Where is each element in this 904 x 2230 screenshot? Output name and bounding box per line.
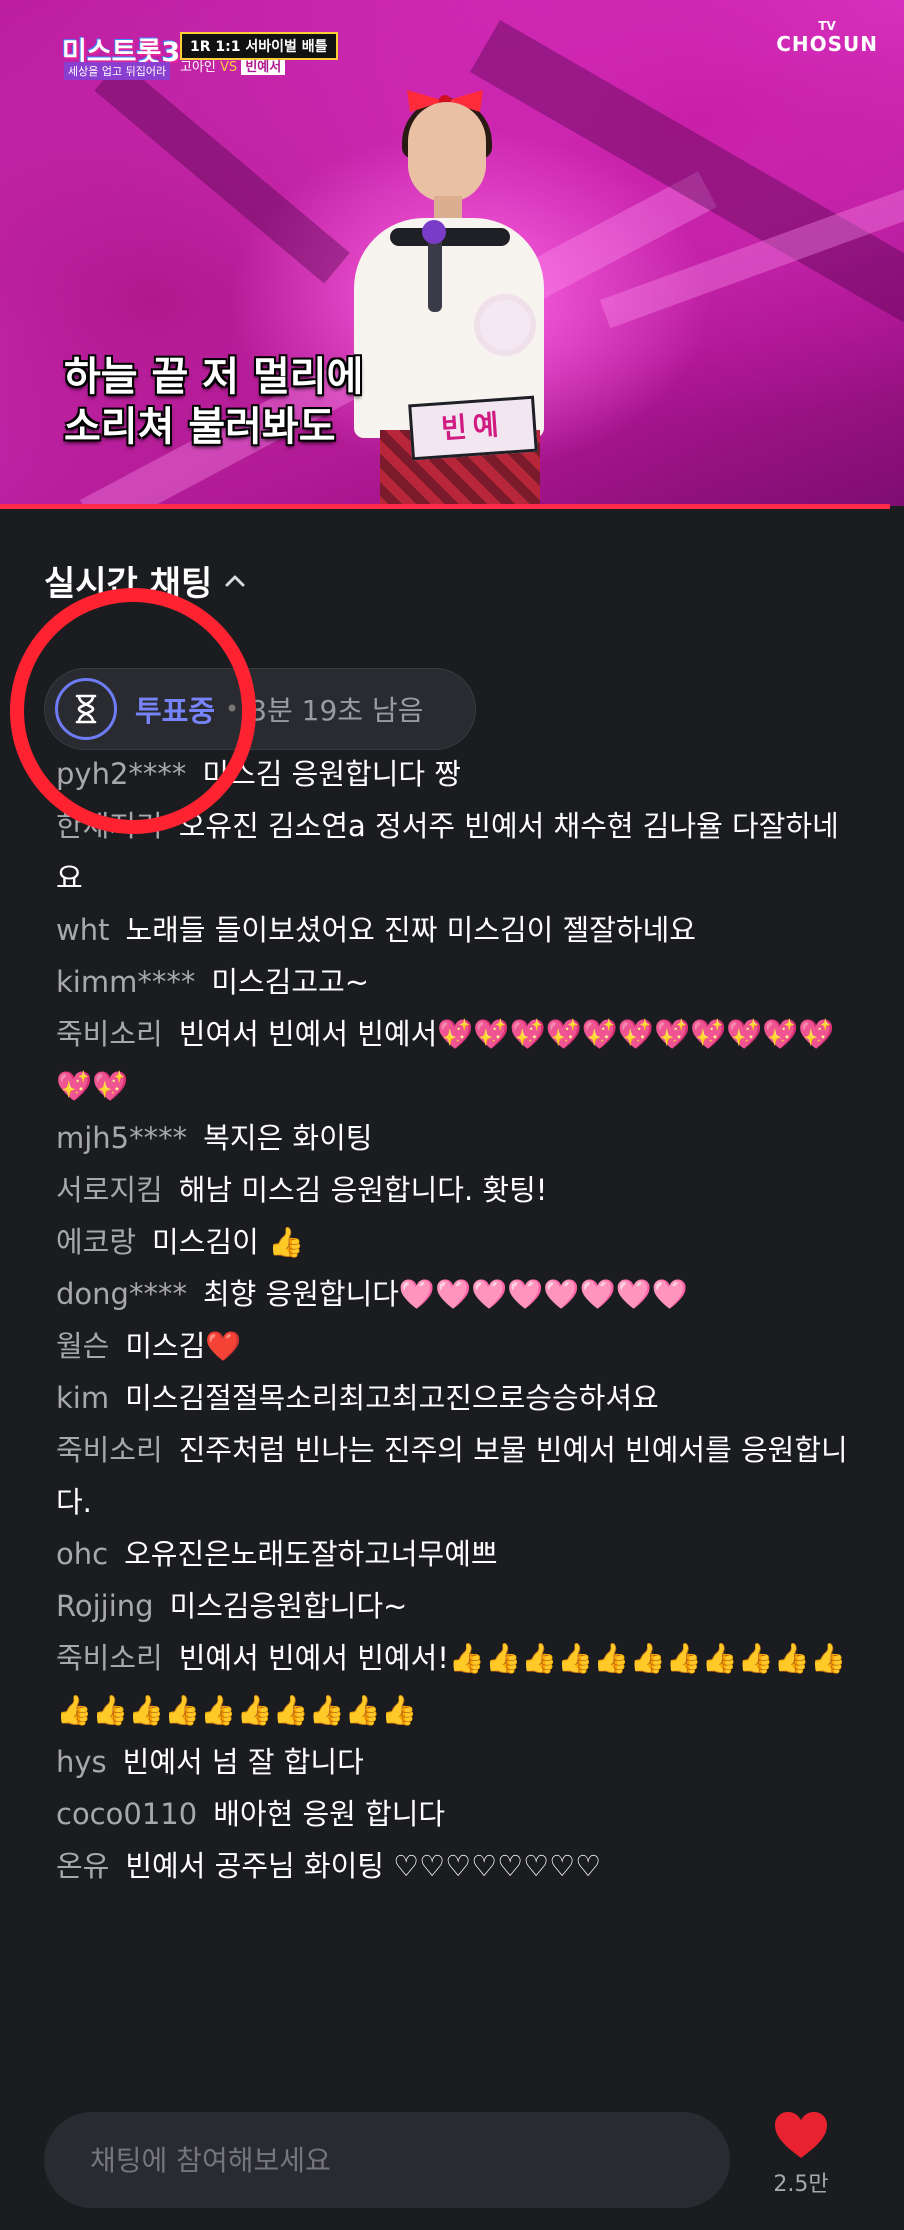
chat-message: 서로지킴 해남 미스김 응원합니다. 홧팅!	[56, 1164, 856, 1216]
chat-message: 죽비소리 진주처럼 빈나는 진주의 보물 빈예서 빈예서를 응원합니다.	[56, 1424, 856, 1528]
chat-message: kimm**** 미스김고고~	[56, 956, 856, 1008]
contestant-b: 빈예서	[241, 60, 286, 75]
contestant-name-tag: 빈예	[408, 395, 538, 461]
chat-username[interactable]: 죽비소리	[56, 1641, 163, 1675]
vote-icon-circle	[55, 678, 117, 740]
chat-message-text: 해남 미스김 응원합니다. 홧팅!	[178, 1173, 548, 1207]
chat-message: 에코랑 미스김이 👍	[56, 1216, 856, 1268]
chat-message: 죽비소리 빈예서 빈예서 빈예서!👍👍👍👍👍👍👍👍👍👍👍👍👍👍👍👍👍👍👍👍👍	[56, 1632, 856, 1736]
chat-message-text: 미스김절절목소리최고최고진으로승승하셔요	[125, 1381, 659, 1415]
chat-message: 온유 빈예서 공주님 화이팅 ♡♡♡♡♡♡♡♡	[56, 1840, 856, 1892]
chat-username[interactable]: kimm****	[56, 965, 195, 999]
chat-message: Rojjing 미스김응원합니다~	[56, 1580, 856, 1632]
chat-message-text: 빈예서 빈예서 빈예서!👍👍👍👍👍👍👍👍👍👍👍👍👍👍👍👍👍👍👍👍👍	[56, 1641, 847, 1727]
chat-message-text: 미스김 응원합니다 짱	[202, 757, 461, 791]
match-badge: 고아인 VS 빈예서	[180, 56, 286, 75]
caption-line-2: 소리쳐 불러봐도	[64, 404, 336, 450]
chat-message-text: 노래들 들이보셨어요 진짜 미스김이 젤잘하네요	[125, 913, 696, 947]
chat-username[interactable]: 월슨	[56, 1329, 109, 1363]
chat-message: hys 빈예서 넘 잘 합니다	[56, 1736, 856, 1788]
performer-face	[408, 102, 486, 202]
chat-username[interactable]: pyh2****	[56, 757, 186, 791]
chat-username[interactable]: wht	[56, 913, 109, 947]
chat-username[interactable]: Rojjing	[56, 1589, 154, 1623]
chat-message: wht 노래들 들이보셨어요 진짜 미스김이 젤잘하네요	[56, 904, 856, 956]
corsage-flower	[480, 300, 530, 350]
chat-message-text: 빈여서 빈예서 빈예서💖💖💖💖💖💖💖💖💖💖💖💖💖	[56, 1017, 835, 1103]
chat-username[interactable]: 온유	[56, 1849, 109, 1883]
channel-logo: TV CHOSUN	[776, 20, 878, 56]
chat-username[interactable]: 죽비소리	[56, 1017, 163, 1051]
chat-message: coco0110 배아현 응원 합니다	[56, 1788, 856, 1840]
show-logo-subtitle: 세상을 업고 뒤집어라	[64, 62, 171, 80]
stage-shadow	[94, 60, 350, 284]
hourglass-icon	[75, 694, 97, 724]
chat-input[interactable]	[44, 2112, 730, 2208]
chat-title: 실시간 채팅	[44, 564, 213, 604]
chat-username[interactable]: mjh5****	[56, 1121, 187, 1155]
chat-message-text: 오유진 김소연a 정서주 빈예서 채수현 김나율 다잘하네요	[56, 809, 839, 895]
chat-message-text: 진주처럼 빈나는 진주의 보물 빈예서 빈예서를 응원합니다.	[56, 1433, 848, 1519]
vs-label: VS	[220, 60, 238, 75]
chat-header[interactable]: 실시간 채팅	[44, 556, 252, 605]
vote-status-pill[interactable]: 투표중 • 3분 19초 남음	[44, 668, 476, 750]
chat-message: ohc 오유진은노래도잘하고너무예쁘	[56, 1528, 856, 1580]
cardigan-trim	[390, 228, 510, 246]
chat-message: mjh5**** 복지은 화이팅	[56, 1112, 856, 1164]
chat-message-text: 복지은 화이팅	[203, 1121, 373, 1155]
chat-message: 월슨 미스김❤️	[56, 1320, 856, 1372]
heart-icon	[775, 2112, 827, 2158]
chat-username[interactable]: 죽비소리	[56, 1433, 163, 1467]
chat-message: pyh2**** 미스김 응원합니다 짱	[56, 748, 856, 800]
chat-message-text: 빈예서 공주님 화이팅 ♡♡♡♡♡♡♡♡	[125, 1849, 602, 1883]
video-player[interactable]: 미스트롯3 세상을 업고 뒤집어라 1R 1:1 서바이벌 배틀 고아인 VS …	[0, 0, 904, 506]
microphone-head	[422, 220, 446, 244]
chat-username[interactable]: kim	[56, 1381, 109, 1415]
chat-username[interactable]: ohc	[56, 1537, 108, 1571]
chat-username[interactable]: dong****	[56, 1277, 187, 1311]
chat-username[interactable]: coco0110	[56, 1797, 197, 1831]
like-count: 2.5만	[773, 2172, 829, 2197]
chat-username[interactable]: hys	[56, 1745, 107, 1779]
chevron-up-icon[interactable]	[218, 564, 252, 598]
contestant-a: 고아인	[180, 60, 216, 75]
chat-message-text: 미스김이 👍	[152, 1225, 305, 1259]
vote-remaining-time: 3분 19초 남음	[249, 694, 424, 727]
chat-message-text: 배아현 응원 합니다	[213, 1797, 446, 1831]
chat-message: dong**** 최향 응원합니다🩷🩷🩷🩷🩷🩷🩷🩷	[56, 1268, 856, 1320]
chat-message-text: 오유진은노래도잘하고너무예쁘	[124, 1537, 498, 1571]
chat-message-text: 미스김❤️	[125, 1329, 242, 1363]
chat-message-text: 최향 응원합니다🩷🩷🩷🩷🩷🩷🩷🩷	[202, 1277, 688, 1311]
song-caption: 하늘 끝 저 멀리에 소리쳐 불러봐도	[64, 352, 363, 452]
channel-logo-name: CHOSUN	[776, 32, 878, 56]
chat-message-list[interactable]: pyh2**** 미스김 응원합니다 짱한채지기 오유진 김소연a 정서주 빈예서 …	[56, 748, 856, 1892]
microphone-icon	[428, 232, 442, 312]
chat-message: 죽비소리 빈여서 빈예서 빈예서💖💖💖💖💖💖💖💖💖💖💖💖💖	[56, 1008, 856, 1112]
channel-logo-tv: TV	[818, 19, 836, 33]
vote-separator: •	[225, 695, 240, 723]
like-button[interactable]: 2.5만	[768, 2110, 834, 2198]
chat-message-text: 빈예서 넘 잘 합니다	[122, 1745, 364, 1779]
vote-status-label: 투표중	[135, 694, 216, 728]
chat-message-text: 미스김응원합니다~	[169, 1589, 408, 1623]
chat-message: 한채지기 오유진 김소연a 정서주 빈예서 채수현 김나율 다잘하네요	[56, 800, 856, 904]
chat-username[interactable]: 서로지킴	[56, 1173, 163, 1207]
chat-username[interactable]: 에코랑	[56, 1225, 136, 1259]
video-progress-bar[interactable]	[0, 504, 891, 509]
performer-figure: 빈예	[330, 60, 590, 506]
caption-line-1: 하늘 끝 저 멀리에	[64, 354, 364, 400]
chat-message: kim 미스김절절목소리최고최고진으로승승하셔요	[56, 1372, 856, 1424]
chat-username[interactable]: 한채지기	[56, 809, 163, 843]
chat-message-text: 미스김고고~	[211, 965, 370, 999]
